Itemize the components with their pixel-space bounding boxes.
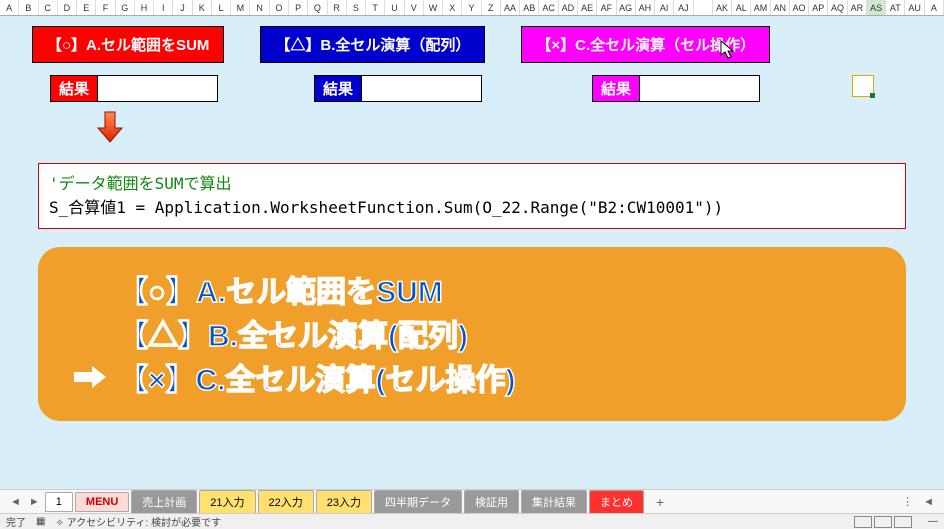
- column-header[interactable]: U: [385, 0, 404, 15]
- sheet-tab-21[interactable]: 21入力: [199, 490, 255, 514]
- column-header[interactable]: O: [270, 0, 289, 15]
- column-header[interactable]: AK: [713, 0, 732, 15]
- view-layout-icon[interactable]: [874, 516, 892, 528]
- sheet-tab-menu[interactable]: MENU: [75, 492, 129, 512]
- button-b-array[interactable]: 【△】B.全セル演算（配列）: [260, 26, 485, 63]
- column-header[interactable]: F: [96, 0, 115, 15]
- column-header[interactable]: AP: [809, 0, 828, 15]
- column-header[interactable]: N: [250, 0, 269, 15]
- result-label-b: 結果: [314, 75, 362, 102]
- column-header[interactable]: W: [424, 0, 443, 15]
- accessibility-status: ✧ アクセシビリティ: 検討が必要です: [55, 514, 221, 529]
- result-value-c: [640, 75, 760, 102]
- column-header[interactable]: AM: [751, 0, 770, 15]
- column-header[interactable]: A: [0, 0, 19, 15]
- sheet-tab-uriage[interactable]: 売上計画: [131, 490, 197, 514]
- column-header[interactable]: Z: [482, 0, 501, 15]
- column-header[interactable]: Y: [462, 0, 481, 15]
- sheet-tab-22[interactable]: 22入力: [258, 490, 314, 514]
- result-label-a: 結果: [50, 75, 98, 102]
- summary-text-c: 【×】C.全セル演算(セル操作): [118, 355, 516, 399]
- code-sample-box: 'データ範囲をSUMで算出 S_合算値1 = Application.Works…: [38, 163, 906, 229]
- arrow-down-icon: [96, 110, 934, 149]
- column-header[interactable]: E: [77, 0, 96, 15]
- column-header[interactable]: B: [19, 0, 38, 15]
- column-header[interactable]: AB: [520, 0, 539, 15]
- column-header[interactable]: AL: [732, 0, 751, 15]
- view-mode-icons[interactable]: [854, 516, 912, 528]
- record-macro-icon[interactable]: ▦: [36, 516, 45, 527]
- status-ready: 完了: [6, 514, 26, 529]
- sheet-tab-strip: ◄ ► 1 MENU 売上計画 21入力 22入力 23入力 四半期データ 検証…: [0, 489, 944, 513]
- sheet-tab-add[interactable]: +: [646, 491, 674, 513]
- code-comment: 'データ範囲をSUMで算出: [49, 172, 895, 196]
- column-header[interactable]: C: [39, 0, 58, 15]
- column-header[interactable]: AD: [559, 0, 578, 15]
- column-header[interactable]: AA: [501, 0, 520, 15]
- result-label-c: 結果: [592, 75, 640, 102]
- view-normal-icon[interactable]: [854, 516, 872, 528]
- column-header[interactable]: Q: [308, 0, 327, 15]
- sheet-tab-result[interactable]: 集計結果: [521, 490, 587, 514]
- column-header[interactable]: S: [347, 0, 366, 15]
- column-header[interactable]: V: [405, 0, 424, 15]
- tab-options-icon[interactable]: ⋮: [896, 495, 919, 508]
- column-header[interactable]: T: [366, 0, 385, 15]
- column-header[interactable]: D: [58, 0, 77, 15]
- column-header-row: ABCDEFGHIJKLMNOPQRSTUVWXYZAAABACADAEAFAG…: [0, 0, 944, 16]
- column-header[interactable]: AR: [848, 0, 867, 15]
- cursor-icon: [720, 40, 736, 65]
- column-header[interactable]: J: [173, 0, 192, 15]
- summary-panel: 【○】A.セル範囲をSUM 【△】B.全セル演算(配列) 【×】C.全セル演算(…: [38, 247, 906, 421]
- summary-text-b: 【△】B.全セル演算(配列): [118, 311, 468, 355]
- column-header[interactable]: AF: [597, 0, 616, 15]
- status-bar: 完了 ▦ ✧ アクセシビリティ: 検討が必要です ―: [0, 513, 944, 529]
- result-value-b: [362, 75, 482, 102]
- result-value-a: [98, 75, 218, 102]
- column-header[interactable]: H: [135, 0, 154, 15]
- sheet-tab-quarter[interactable]: 四半期データ: [374, 490, 462, 514]
- column-header[interactable]: X: [443, 0, 462, 15]
- column-header[interactable]: M: [231, 0, 250, 15]
- sheet-tab-summary[interactable]: まとめ: [589, 490, 644, 514]
- sheet-tab-23[interactable]: 23入力: [316, 490, 372, 514]
- column-header[interactable]: AI: [655, 0, 674, 15]
- column-header[interactable]: AE: [578, 0, 597, 15]
- column-header[interactable]: AS: [867, 0, 886, 15]
- column-header[interactable]: A: [925, 0, 944, 15]
- column-header[interactable]: AN: [771, 0, 790, 15]
- column-header[interactable]: I: [154, 0, 173, 15]
- column-header[interactable]: AJ: [674, 0, 693, 15]
- selected-cell-indicator: [852, 75, 874, 97]
- column-header[interactable]: AG: [617, 0, 636, 15]
- column-header[interactable]: AU: [905, 0, 924, 15]
- summary-text-a: 【○】A.セル範囲をSUM: [118, 267, 443, 311]
- column-header[interactable]: AC: [539, 0, 558, 15]
- column-header[interactable]: AT: [886, 0, 905, 15]
- tab-nav-next[interactable]: ►: [25, 496, 44, 508]
- arrow-right-icon: [74, 368, 108, 386]
- column-header[interactable]: AQ: [828, 0, 847, 15]
- column-header[interactable]: [694, 0, 713, 15]
- button-a-sum[interactable]: 【○】A.セル範囲をSUM: [32, 26, 224, 63]
- sheet-tab-1[interactable]: 1: [45, 492, 73, 512]
- code-line: S_合算値1 = Application.WorksheetFunction.S…: [49, 196, 895, 220]
- column-header[interactable]: AH: [636, 0, 655, 15]
- column-header[interactable]: G: [116, 0, 135, 15]
- view-pagebreak-icon[interactable]: [894, 516, 912, 528]
- sheet-tab-verify[interactable]: 検証用: [464, 490, 519, 514]
- column-header[interactable]: L: [212, 0, 231, 15]
- column-header[interactable]: K: [193, 0, 212, 15]
- column-header[interactable]: AO: [790, 0, 809, 15]
- scroll-left-icon[interactable]: ◄: [919, 496, 938, 508]
- tab-nav-prev[interactable]: ◄: [6, 496, 25, 508]
- column-header[interactable]: R: [328, 0, 347, 15]
- column-header[interactable]: P: [289, 0, 308, 15]
